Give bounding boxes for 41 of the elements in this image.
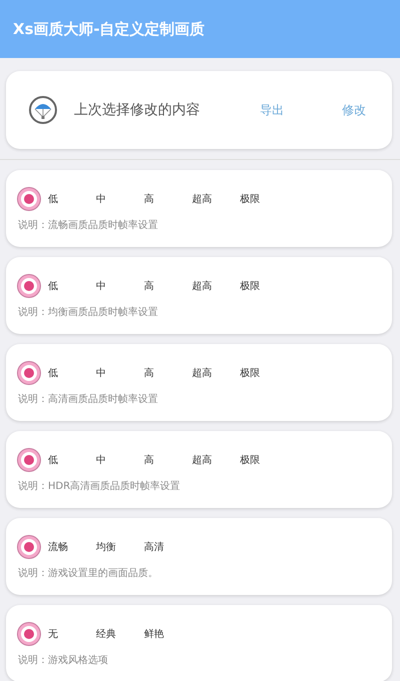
option-label[interactable]: 流畅 [48, 540, 88, 554]
app-title: Xs画质大师-自定义定制画质 [13, 20, 205, 38]
parachute-icon [28, 95, 58, 125]
radio-button[interactable] [18, 622, 40, 644]
description-text: 说明：HDR高清画质品质时帧率设置 [18, 480, 182, 492]
option-label[interactable]: 极限 [240, 278, 280, 292]
option-label[interactable]: 中 [96, 366, 136, 380]
summary-label: 上次选择修改的内容 [74, 101, 201, 119]
option-label[interactable]: 经典 [96, 626, 136, 640]
radio-button[interactable] [18, 362, 40, 384]
option-label[interactable]: 超高 [192, 452, 232, 466]
option-label[interactable]: 超高 [192, 366, 232, 380]
option-label[interactable]: 超高 [192, 278, 232, 292]
option-label[interactable]: 中 [96, 452, 136, 466]
option-label[interactable]: 高 [144, 278, 184, 292]
option-label[interactable]: 高 [144, 452, 184, 466]
radio-button[interactable] [18, 188, 40, 210]
option-label[interactable]: 低 [48, 278, 88, 292]
description-text: 说明：游戏风格选项 [18, 654, 109, 666]
description-text: 说明：高清画质品质时帧率设置 [18, 392, 159, 406]
option-label[interactable]: 低 [48, 192, 88, 206]
option-label[interactable]: 中 [96, 278, 136, 292]
option-label[interactable]: 高 [144, 192, 184, 206]
option-label[interactable]: 高清 [144, 540, 184, 554]
option-label[interactable]: 鲜艳 [144, 626, 184, 640]
option-label[interactable]: 极限 [240, 192, 280, 206]
radio-button[interactable] [18, 274, 40, 296]
description-text: 说明：流畅画质品质时帧率设置 [18, 218, 159, 232]
description-text: 说明：游戏设置里的画面品质。 [18, 566, 159, 580]
radio-button[interactable] [18, 448, 40, 470]
option-label[interactable]: 超高 [192, 192, 232, 206]
option-label[interactable]: 无 [48, 626, 88, 640]
option-label[interactable]: 低 [48, 452, 88, 466]
option-label[interactable]: 中 [96, 192, 136, 206]
option-label[interactable]: 低 [48, 366, 88, 380]
option-label[interactable]: 极限 [240, 452, 280, 466]
radio-button[interactable] [18, 536, 40, 558]
option-label[interactable]: 均衡 [96, 540, 136, 554]
option-label[interactable]: 极限 [240, 366, 280, 380]
description-text: 说明：均衡画质品质时帧率设置 [18, 306, 159, 318]
option-label[interactable]: 高 [144, 366, 184, 380]
